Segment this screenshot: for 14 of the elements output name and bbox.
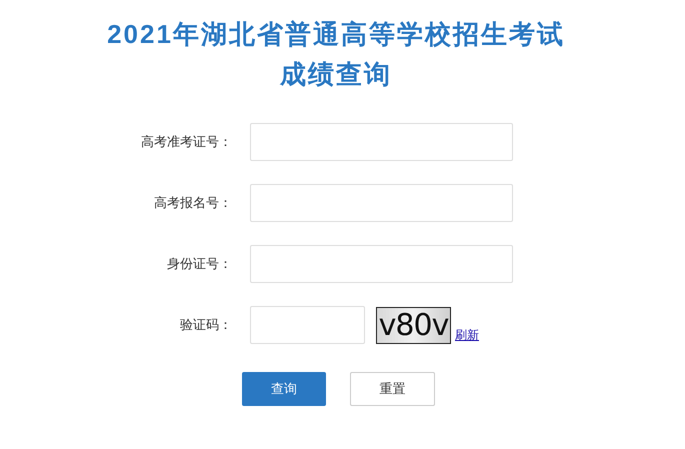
refresh-link[interactable]: 刷新 xyxy=(455,326,479,344)
captcha-field[interactable] xyxy=(250,306,365,344)
captcha-image: v80v xyxy=(376,306,451,344)
input-field[interactable] xyxy=(250,245,513,283)
field-label: 高考报名号： xyxy=(153,194,232,212)
field-label: 身份证号： xyxy=(166,255,232,274)
reset-button[interactable]: 重置 xyxy=(350,372,435,406)
field-label: 高考准考证号： xyxy=(140,133,232,152)
page-title: 2021年湖北省普通高等学校招生考试 xyxy=(107,18,565,51)
query-button[interactable]: 查询 xyxy=(242,372,326,406)
field-label: 验证码： xyxy=(179,316,232,334)
input-field[interactable] xyxy=(250,123,513,161)
input-field[interactable] xyxy=(250,184,513,222)
page-title: 成绩查询 xyxy=(280,58,392,91)
